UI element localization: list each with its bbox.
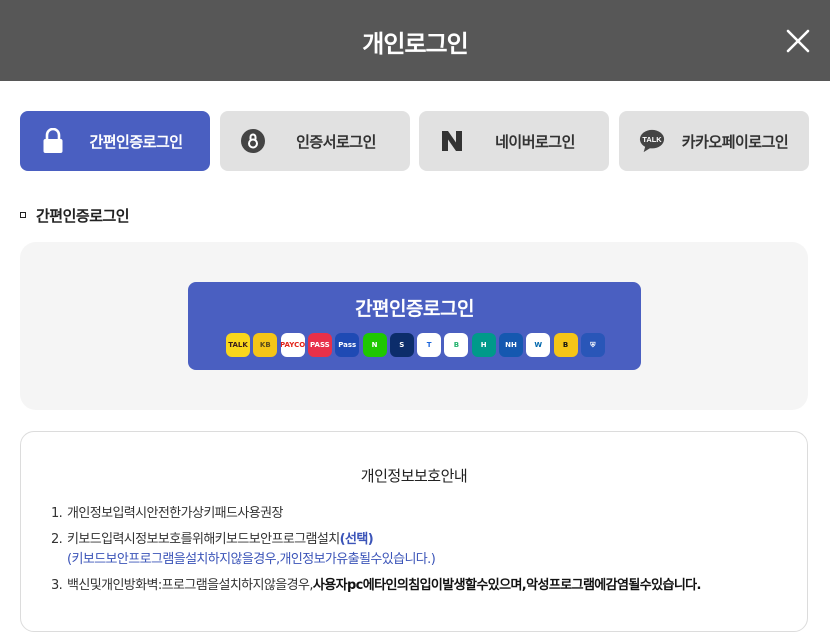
privacy-list: 1. 개인정보입력시안전한가상키패드사용권장 2. 키보드입력시정보보호를위해키…	[51, 504, 791, 602]
page-title: 개인로그인	[362, 30, 468, 58]
bullet-icon	[20, 211, 26, 218]
tab-kakaopay-login[interactable]: TALK 카카오페이로그인	[619, 111, 809, 171]
privacy-title: 개인정보보호안내	[360, 467, 468, 485]
payco-icon: PAYCO	[280, 333, 305, 357]
simple-auth-login-button[interactable]: 간편인증로그인 TALK KB PAYCO PASS Pass N S T B H NH W B ⛨	[188, 282, 641, 370]
warning-text: 사용자pc에타인의침입이발생할수있으며,악성프로그램에감염될수있습니다.	[312, 578, 702, 593]
shinhan-icon: S	[389, 333, 414, 357]
svg-text:TALK: TALK	[642, 135, 662, 144]
hana-icon: H	[471, 333, 496, 357]
privacy-notice: 개인정보보호안내 1. 개인정보입력시안전한가상키패드사용권장 2. 키보드입력…	[20, 431, 808, 632]
nh-icon: NH	[499, 333, 523, 357]
certificate-icon	[240, 128, 266, 154]
list-item: 1. 개인정보입력시안전한가상키패드사용권장	[51, 506, 283, 521]
tab-label: 간편인증로그인	[89, 133, 183, 151]
naver-icon	[439, 128, 465, 154]
close-button[interactable]	[784, 27, 812, 55]
close-icon	[786, 29, 810, 53]
section-title: 간편인증로그인	[20, 205, 130, 226]
lock-icon	[40, 128, 66, 154]
banksalad-icon: B	[444, 333, 469, 357]
tab-label: 인증서로그인	[296, 133, 376, 151]
header: 개인로그인	[0, 0, 830, 81]
provider-icon-row: TALK KB PAYCO PASS Pass N S T B H NH W B ⛨	[226, 333, 606, 357]
samsung-pass-icon: Pass	[335, 333, 360, 357]
banks-icon: B	[553, 333, 578, 357]
tab-simple-auth-login[interactable]: 간편인증로그인	[20, 111, 210, 171]
shield-icon: ⛨	[580, 333, 605, 357]
tab-certificate-login[interactable]: 인증서로그인	[220, 111, 410, 171]
tab-label: 네이버로그인	[495, 133, 575, 151]
tab-label: 카카오페이로그인	[681, 133, 789, 151]
kakao-talk-icon: TALK	[639, 128, 665, 154]
login-button-label: 간편인증로그인	[355, 298, 474, 320]
naver-icon: N	[362, 333, 387, 357]
login-panel: 간편인증로그인 TALK KB PAYCO PASS Pass N S T B H NH W B ⛨	[20, 242, 808, 410]
toss-icon: T	[417, 333, 442, 357]
kb-icon: KB	[253, 333, 278, 357]
list-item: 3. 백신및개인방화벽:프로그램을설치하지않을경우,사용자pc에타인의침입이발생…	[51, 578, 702, 593]
pass-icon: PASS	[307, 333, 332, 357]
woori-icon: W	[526, 333, 551, 357]
optional-label: (선택)	[339, 532, 374, 547]
list-item: 2. 키보드입력시정보보호를위해키보드보안프로그램설치(선택) (키보드보안프로…	[51, 530, 791, 570]
kakao-talk-icon: TALK	[226, 333, 250, 357]
list-item-note: (키보드보안프로그램을설치하지않을경우,개인정보가유출될수있습니다.)	[67, 552, 436, 567]
tab-naver-login[interactable]: 네이버로그인	[419, 111, 609, 171]
